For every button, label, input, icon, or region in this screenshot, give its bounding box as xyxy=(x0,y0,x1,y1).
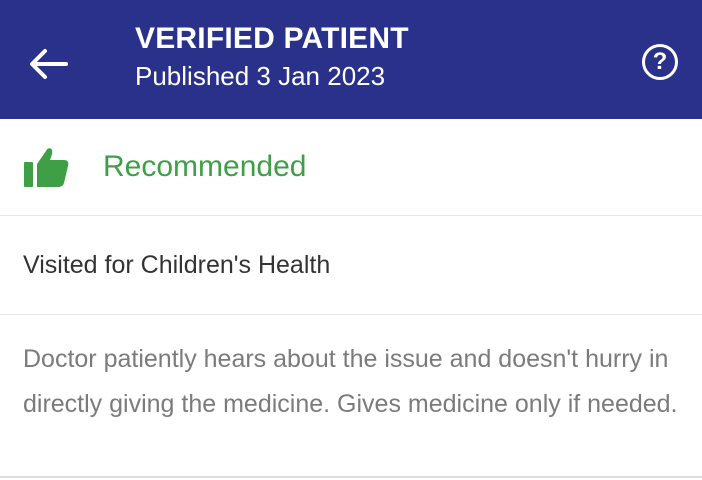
arrow-left-icon xyxy=(30,49,68,79)
review-header: VERIFIED PATIENT Published 3 Jan 2023 ? xyxy=(0,0,702,119)
recommendation-row: Recommended xyxy=(0,119,702,216)
visit-reason-row: Visited for Children's Health xyxy=(0,216,702,315)
thumbs-up-icon xyxy=(24,148,69,187)
page-title: VERIFIED PATIENT xyxy=(135,22,409,55)
published-date: Published 3 Jan 2023 xyxy=(135,61,386,91)
help-button[interactable]: ? xyxy=(642,44,678,80)
bottom-divider xyxy=(0,476,702,478)
back-button[interactable] xyxy=(26,42,70,86)
header-titles: VERIFIED PATIENT Published 3 Jan 2023 xyxy=(135,22,409,92)
question-circle-icon: ? xyxy=(652,48,668,75)
recommended-label: Recommended xyxy=(103,150,307,183)
review-text: Doctor patiently hears about the issue a… xyxy=(23,345,678,418)
visit-reason-label: Visited for Children's Health xyxy=(23,250,331,279)
